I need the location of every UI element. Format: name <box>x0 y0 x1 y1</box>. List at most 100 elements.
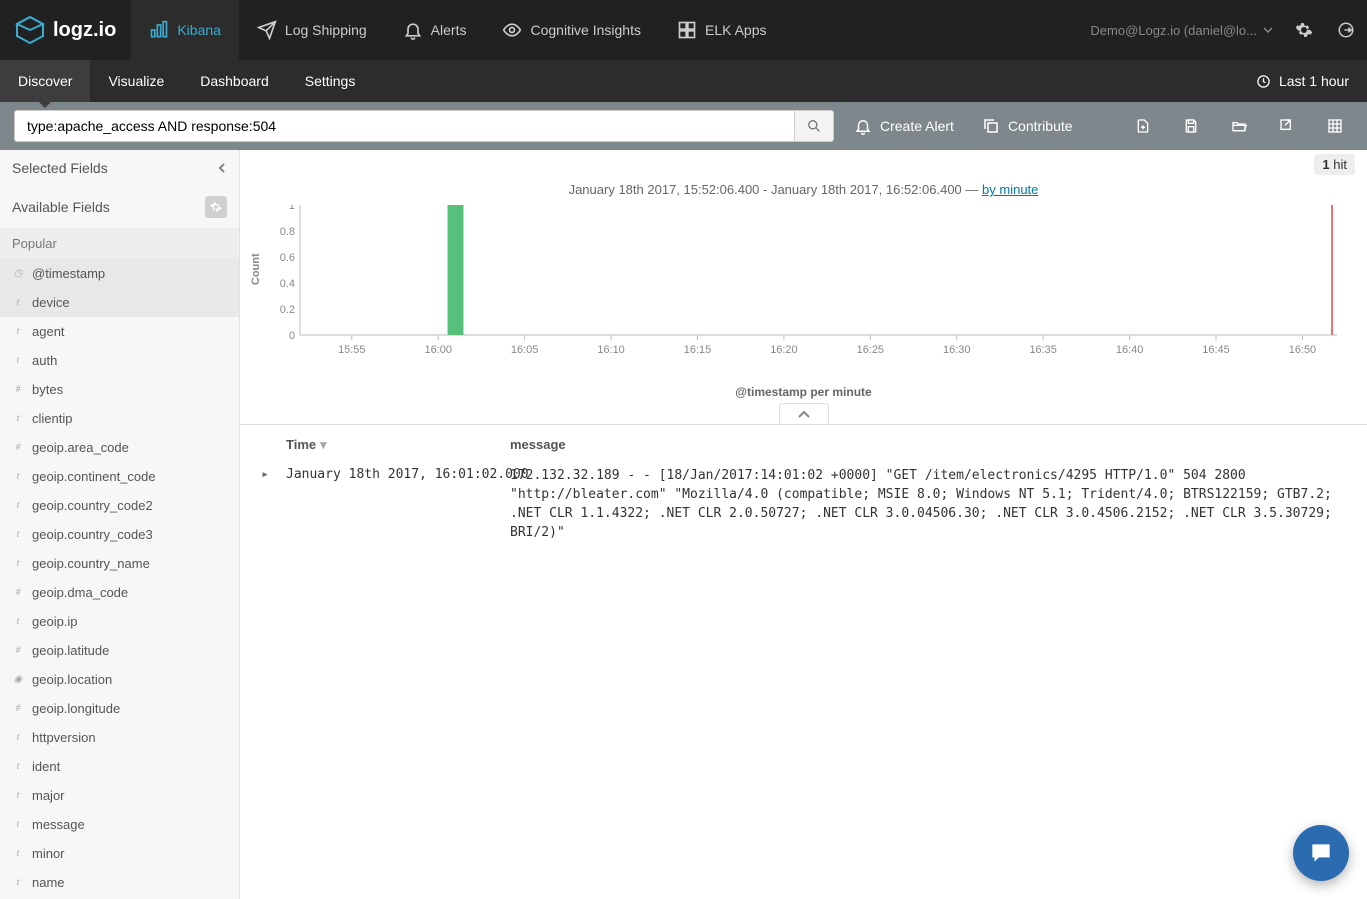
column-header-message[interactable]: message <box>510 437 1357 453</box>
svg-text:16:30: 16:30 <box>943 344 970 356</box>
cell-time: January 18th 2017, 16:01:02.000 <box>280 467 510 542</box>
type-clock-icon: ◷ <box>12 268 24 279</box>
type-t-icon: t <box>12 819 24 830</box>
chat-icon <box>1308 840 1334 866</box>
field-httpversion[interactable]: thttpversion <box>0 723 239 752</box>
create-alert-label: Create Alert <box>880 118 954 134</box>
tab-visualize[interactable]: Visualize <box>90 60 182 102</box>
svg-text:16:40: 16:40 <box>1116 344 1143 356</box>
search-input[interactable] <box>14 110 794 142</box>
expand-row-button[interactable]: ▸ <box>250 467 280 542</box>
chat-bubble[interactable] <box>1293 825 1349 881</box>
user-menu[interactable]: Demo@Logz.io (daniel@lo... <box>1080 23 1283 38</box>
available-fields-heading: Available Fields <box>12 199 110 215</box>
brand-text: logz.io <box>53 19 116 42</box>
svg-text:16:20: 16:20 <box>770 344 797 356</box>
field-auth[interactable]: tauth <box>0 346 239 375</box>
svg-text:16:45: 16:45 <box>1202 344 1229 356</box>
field-geoip-dma_code[interactable]: #geoip.dma_code <box>0 578 239 607</box>
chart-interval-link[interactable]: by minute <box>982 182 1038 197</box>
type-t-icon: t <box>12 761 24 772</box>
chart-time-range: January 18th 2017, 15:52:06.400 - Januar… <box>569 182 962 197</box>
contribute-button[interactable]: Contribute <box>974 111 1081 141</box>
content: 1 hit January 18th 2017, 15:52:06.400 - … <box>240 150 1367 899</box>
field-bytes[interactable]: #bytes <box>0 375 239 404</box>
nav-kibana[interactable]: Kibana <box>131 0 239 60</box>
chevron-left-icon <box>217 163 227 173</box>
histogram-chart[interactable]: 00.20.40.60.81 15:5516:0016:0516:1016:15… <box>280 205 1337 375</box>
brand-logo[interactable]: logz.io <box>0 15 131 45</box>
open-icon[interactable] <box>1221 114 1257 138</box>
nav-log-shipping[interactable]: Log Shipping <box>239 0 385 60</box>
nav-cognitive-insights[interactable]: Cognitive Insights <box>484 0 659 60</box>
collapse-sidebar-button[interactable] <box>217 160 227 176</box>
logo-icon <box>15 15 45 45</box>
type-t-icon: t <box>12 355 24 366</box>
clock-icon <box>1256 74 1271 89</box>
field-geoip-location[interactable]: ◉geoip.location <box>0 665 239 694</box>
chart-icon <box>149 20 169 40</box>
svg-text:16:05: 16:05 <box>511 344 538 356</box>
bell-icon <box>403 20 423 40</box>
caret-down-icon <box>1263 25 1273 35</box>
grid-icon[interactable] <box>1317 114 1353 138</box>
plane-icon <box>257 20 277 40</box>
type-t-icon: t <box>12 529 24 540</box>
type-hash-icon: # <box>12 384 24 395</box>
create-alert-button[interactable]: Create Alert <box>846 111 962 141</box>
svg-text:0: 0 <box>289 330 295 342</box>
logout-icon[interactable] <box>1325 21 1367 39</box>
chevron-up-icon <box>798 409 810 419</box>
svg-text:15:55: 15:55 <box>338 344 365 356</box>
field-message[interactable]: tmessage <box>0 810 239 839</box>
type-t-icon: t <box>12 616 24 627</box>
type-t-icon: t <box>12 297 24 308</box>
y-axis-label: Count <box>250 253 262 285</box>
search-button[interactable] <box>794 110 834 142</box>
popular-heading: Popular <box>0 228 239 259</box>
table-row[interactable]: ▸January 18th 2017, 16:01:02.000172.132.… <box>250 461 1357 548</box>
bell-icon <box>854 117 872 135</box>
field-major[interactable]: tmajor <box>0 781 239 810</box>
field-geoip-country_code2[interactable]: tgeoip.country_code2 <box>0 491 239 520</box>
field-device[interactable]: tdevice <box>0 288 239 317</box>
settings-icon[interactable] <box>1283 21 1325 39</box>
field-minor[interactable]: tminor <box>0 839 239 868</box>
field--timestamp[interactable]: ◷@timestamp <box>0 259 239 288</box>
column-header-time[interactable]: Time▾ <box>280 437 510 453</box>
nav-elk-apps[interactable]: ELK Apps <box>659 0 785 60</box>
selected-fields-heading: Selected Fields <box>12 160 108 176</box>
collapse-chart-button[interactable] <box>779 403 829 424</box>
field-geoip-longitude[interactable]: #geoip.longitude <box>0 694 239 723</box>
tab-settings[interactable]: Settings <box>287 60 374 102</box>
field-geoip-country_name[interactable]: tgeoip.country_name <box>0 549 239 578</box>
contribute-label: Contribute <box>1008 118 1073 134</box>
type-t-icon: t <box>12 732 24 743</box>
time-picker-label: Last 1 hour <box>1279 73 1349 89</box>
field-ident[interactable]: tident <box>0 752 239 781</box>
field-geoip-continent_code[interactable]: tgeoip.continent_code <box>0 462 239 491</box>
save-icon[interactable] <box>1173 114 1209 138</box>
apps-icon <box>677 20 697 40</box>
svg-text:0.6: 0.6 <box>280 252 295 264</box>
type-hash-icon: # <box>12 645 24 656</box>
tab-discover[interactable]: Discover <box>0 60 90 102</box>
new-icon[interactable] <box>1125 114 1161 138</box>
gear-icon <box>210 201 222 213</box>
field-geoip-country_code3[interactable]: tgeoip.country_code3 <box>0 520 239 549</box>
field-clientip[interactable]: tclientip <box>0 404 239 433</box>
share-icon[interactable] <box>1269 114 1305 138</box>
nav-alerts[interactable]: Alerts <box>385 0 485 60</box>
field-geoip-latitude[interactable]: #geoip.latitude <box>0 636 239 665</box>
tab-dashboard[interactable]: Dashboard <box>182 60 287 102</box>
field-geoip-area_code[interactable]: #geoip.area_code <box>0 433 239 462</box>
field-agent[interactable]: tagent <box>0 317 239 346</box>
sub-nav: DiscoverVisualizeDashboardSettings Last … <box>0 60 1367 102</box>
fields-settings-button[interactable] <box>205 196 227 218</box>
field-geoip-ip[interactable]: tgeoip.ip <box>0 607 239 636</box>
toolbar: Create Alert Contribute <box>0 102 1367 150</box>
time-picker[interactable]: Last 1 hour <box>1238 60 1367 102</box>
svg-text:16:35: 16:35 <box>1029 344 1056 356</box>
field-name[interactable]: tname <box>0 868 239 897</box>
cell-message: 172.132.32.189 - - [18/Jan/2017:14:01:02… <box>510 467 1357 542</box>
